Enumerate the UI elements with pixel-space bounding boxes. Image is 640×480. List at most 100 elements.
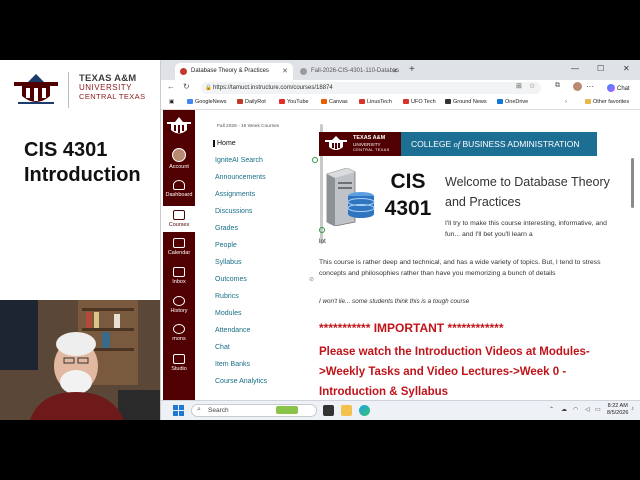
course-nav-modules[interactable]: Modules [215, 310, 241, 317]
wifi-icon[interactable]: ◠ [573, 406, 578, 413]
read-aloud-icon[interactable]: ⊞ [516, 82, 522, 90]
more-menu-icon[interactable]: ⋯ [586, 82, 594, 91]
term-label: Fall 2026 - 16 Week Courses [217, 124, 280, 129]
course-nav-grades[interactable]: Grades [215, 225, 238, 232]
course-nav-course-analytics[interactable]: Course Analytics [215, 378, 267, 385]
nav-courses[interactable]: Courses [163, 206, 195, 232]
course-nav-attendance[interactable]: Attendance [215, 327, 250, 334]
tamu-logo-icon[interactable] [167, 116, 191, 138]
tab-label: Database Theory & Practices [191, 68, 269, 74]
slide-title-line2: Introduction [24, 164, 141, 186]
banner-university-name: TEXAS A&M UNIVERSITY CENTRAL TEXAS [353, 135, 390, 153]
nav-account[interactable]: Account [163, 148, 195, 170]
lock-icon: 🔒 [205, 85, 212, 91]
maximize-icon[interactable]: ☐ [597, 64, 604, 73]
extensions-icon[interactable]: ⧉ [555, 82, 560, 90]
address-bar[interactable]: 🔒 https://tamuct.instructure.com/courses… [201, 82, 541, 94]
bookmark-groundnews[interactable]: Ground News [445, 99, 487, 105]
bookmark-onedrive[interactable]: OneDrive [497, 99, 528, 105]
file-explorer-icon[interactable] [341, 405, 352, 416]
tab-label: Fall-2026-CIS-4301-110-Databas [311, 68, 400, 74]
bookmark-youtube[interactable]: YouTube [279, 99, 309, 105]
intro-text: I'll try to make this course interesting… [445, 220, 607, 238]
avatar [172, 148, 186, 162]
volume-icon[interactable]: ◁ [585, 406, 590, 413]
course-number: CIS 4301 [383, 168, 433, 222]
close-tab-icon[interactable]: ✕ [392, 67, 398, 75]
banner-university: TEXAS A&M UNIVERSITY CENTRAL TEXAS [319, 132, 401, 156]
database-server-icon [326, 168, 375, 226]
tab-database-theory[interactable]: Database Theory & Practices ✕ [175, 63, 293, 80]
course-nav-item-banks[interactable]: Item Banks [215, 361, 250, 368]
calendar-icon [173, 238, 185, 248]
nav-commons[interactable]: mons [163, 324, 195, 342]
history-icon [173, 296, 185, 306]
course-nav-chat[interactable]: Chat [215, 344, 230, 351]
nav-calendar[interactable]: Calendar [163, 238, 195, 256]
presenter-webcam [0, 300, 160, 420]
dailyrot-icon [237, 99, 243, 104]
ufotech-icon [403, 99, 409, 104]
taskbar-search[interactable]: ⌕ Search [191, 404, 317, 417]
minimize-icon[interactable]: — [571, 64, 579, 73]
clock-time: 8:22 AM [607, 403, 628, 409]
commons-icon [173, 324, 185, 334]
copilot-button[interactable]: Chat [607, 84, 630, 92]
course-nav-assignments[interactable]: Assignments [215, 191, 255, 198]
close-window-icon[interactable]: ✕ [623, 64, 630, 73]
chevron-up-icon[interactable]: ⌃ [549, 406, 554, 413]
nav-history[interactable]: History [163, 296, 195, 314]
bookmark-linustech[interactable]: LinusTech [359, 99, 392, 105]
battery-icon[interactable]: ▭ [595, 406, 601, 413]
profile-avatar-icon[interactable] [573, 82, 582, 93]
course-nav-discussions[interactable]: Discussions [215, 208, 252, 215]
bookmark-googlenews[interactable]: GoogleNews [187, 99, 227, 105]
other-favorites[interactable]: Other favorites [585, 99, 629, 105]
chevron-right-icon[interactable]: › [565, 99, 567, 105]
nav-inbox[interactable]: Inbox [163, 267, 195, 285]
groundnews-icon [445, 99, 451, 104]
tamu-seal-icon [325, 136, 347, 150]
nav-dashboard[interactable]: Dashboard [163, 180, 195, 198]
intro-text-end: lot [319, 238, 326, 245]
address-toolbar: ← ↻ 🔒 https://tamuct.instructure.com/cou… [161, 80, 640, 96]
edge-icon[interactable] [359, 405, 370, 416]
browser-window: Database Theory & Practices ✕ Fall-2026-… [160, 60, 640, 420]
taskbar-clock[interactable]: 8:22 AM 8/5/2026 [607, 403, 628, 417]
windows-start-icon[interactable] [173, 405, 184, 416]
close-tab-icon[interactable]: ✕ [282, 67, 288, 75]
course-nav-home[interactable]: Home [213, 140, 236, 147]
search-highlight-icon [276, 406, 298, 414]
course-nav-announcements[interactable]: Announcements [215, 174, 266, 181]
new-tab-icon[interactable]: + [409, 64, 415, 75]
course-nav-syllabus[interactable]: Syllabus [215, 259, 241, 266]
refresh-icon[interactable]: ↻ [183, 82, 190, 91]
nav-studio[interactable]: Studio [163, 354, 195, 372]
canvas-page: Account Dashboard Courses Calendar Inbox… [161, 110, 640, 400]
course-nav-igniteai-search[interactable]: IgniteAI Search [215, 157, 263, 164]
favorite-star-icon[interactable]: ☆ [529, 82, 535, 90]
global-navigation: Account Dashboard Courses Calendar Inbox… [163, 110, 195, 400]
studio-icon [173, 354, 185, 364]
bookmark-dailyrot[interactable]: DailyRot [237, 99, 266, 105]
bookmarks-bar: ▣ GoogleNews DailyRot YouTube Canvas Lin… [161, 96, 640, 110]
cloud-icon[interactable]: ☁ [561, 406, 567, 413]
course-nav-outcomes[interactable]: Outcomes [215, 276, 247, 283]
bookmark-ufotech[interactable]: UFO Tech [403, 99, 436, 105]
back-icon[interactable]: ← [167, 82, 175, 91]
linustech-icon [359, 99, 365, 104]
tab-fall-2026[interactable]: Fall-2026-CIS-4301-110-Databas ✕ [295, 63, 403, 80]
bookmarks-icon[interactable]: ▣ [169, 99, 174, 105]
university-line1: TEXAS A&M [79, 73, 137, 84]
task-view-icon[interactable] [323, 405, 334, 416]
slide-panel: TEXAS A&M UNIVERSITY CENTRAL TEXAS CIS 4… [0, 60, 160, 420]
bookmark-canvas[interactable]: Canvas [321, 99, 348, 105]
notification-bell-icon[interactable]: ♪ [631, 406, 634, 412]
university-line2: UNIVERSITY [79, 83, 133, 92]
presenter-image [0, 300, 160, 420]
course-number-line1: CIS [390, 170, 426, 193]
banner-uni-line1: TEXAS A&M [353, 135, 386, 141]
course-nav-rubrics[interactable]: Rubrics [215, 293, 239, 300]
course-nav-people[interactable]: People [215, 242, 237, 249]
page-scrollbar[interactable] [631, 158, 634, 208]
